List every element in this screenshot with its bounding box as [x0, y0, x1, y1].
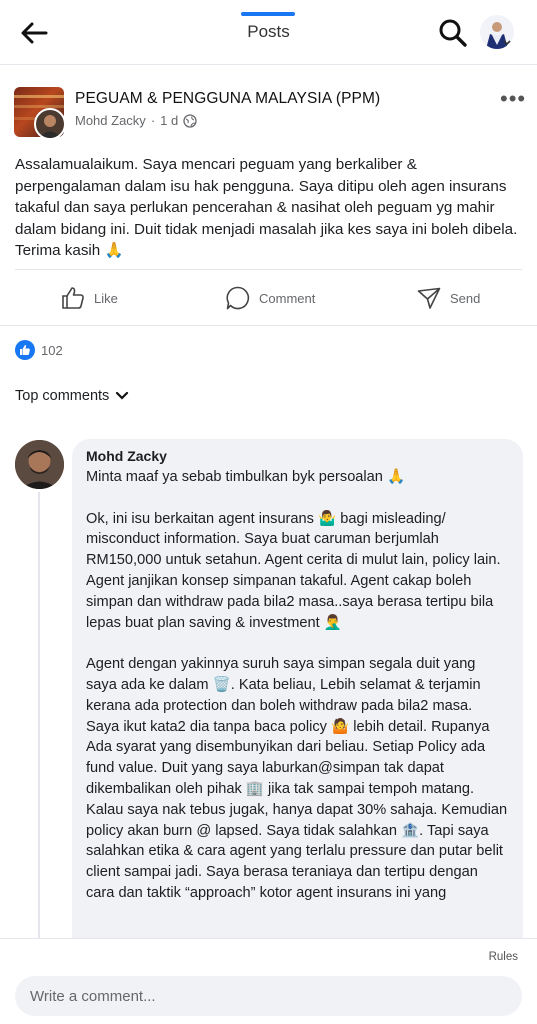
rules-link[interactable]: Rules: [489, 951, 518, 963]
comment-button[interactable]: Comment: [225, 281, 315, 315]
globe-icon: [183, 113, 197, 128]
post-time[interactable]: 1 d: [160, 113, 178, 128]
profile-avatar[interactable]: [480, 15, 514, 49]
thumbs-up-icon: [62, 287, 84, 309]
comment-bubble-icon: [226, 286, 250, 310]
reply-thread-line: [38, 492, 40, 942]
active-tab-indicator: [241, 12, 295, 16]
send-button[interactable]: Send: [416, 281, 480, 315]
comment-composer: Rules: [0, 938, 537, 1024]
post-meta: Mohd Zacky · 1 d: [75, 113, 197, 128]
comment-author[interactable]: Mohd Zacky: [86, 448, 509, 464]
top-bar: Posts: [0, 0, 537, 64]
comment-sort-label: Top comments: [15, 388, 110, 404]
reaction-count: 102: [41, 342, 63, 358]
actions-divider: [0, 325, 537, 326]
like-reaction-icon: [15, 340, 35, 360]
header-divider: [0, 64, 537, 65]
like-button[interactable]: Like: [60, 281, 118, 315]
comment-input[interactable]: [15, 976, 522, 1016]
more-options-icon[interactable]: •••: [500, 86, 526, 112]
commenter-avatar[interactable]: [15, 440, 64, 489]
send-label: Send: [450, 290, 481, 306]
group-name[interactable]: PEGUAM & PENGGUNA MALAYSIA (PPM): [75, 90, 380, 108]
post-actions: Like Comment Send: [0, 281, 537, 315]
reaction-summary[interactable]: 102: [15, 340, 63, 360]
author-avatar-small[interactable]: [34, 108, 66, 140]
comment-text: Minta maaf ya sebab timbulkan byk persoa…: [86, 469, 508, 901]
comment-sort-dropdown[interactable]: Top comments: [15, 388, 129, 404]
send-icon: [417, 287, 441, 309]
chevron-down-icon: [116, 391, 129, 400]
meta-separator: ·: [150, 113, 156, 128]
post-author[interactable]: Mohd Zacky: [75, 113, 146, 128]
profile-avatar-image: [486, 22, 511, 49]
post-text: Assalamualaikum. Saya mencari peguam yan…: [15, 156, 518, 259]
post-divider: [15, 269, 522, 270]
comment-label: Comment: [259, 290, 316, 306]
comment-bubble: Mohd Zacky Minta maaf ya sebab timbulkan…: [72, 439, 523, 959]
search-icon[interactable]: [437, 17, 469, 49]
like-label: Like: [94, 290, 118, 306]
